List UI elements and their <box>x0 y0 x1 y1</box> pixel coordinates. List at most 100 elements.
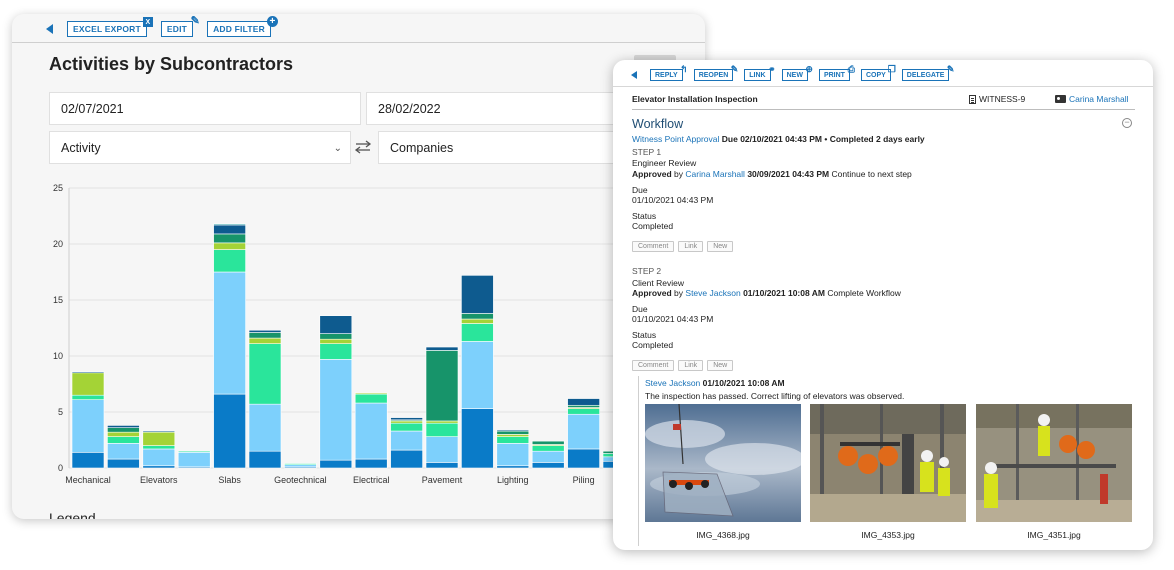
bar-segment[interactable] <box>319 338 353 344</box>
bar-segment[interactable] <box>567 448 600 469</box>
copy-button[interactable]: COPY ❐ <box>860 65 896 81</box>
bar-segment[interactable] <box>142 445 176 450</box>
bar-segment[interactable] <box>461 408 494 469</box>
bar-segment[interactable] <box>71 394 105 400</box>
bar-segment[interactable] <box>425 350 459 422</box>
bar-segment[interactable] <box>461 313 494 320</box>
bar-segment[interactable] <box>496 434 530 437</box>
print-button[interactable]: PRINT ⎙ <box>818 65 855 81</box>
bar-segment[interactable] <box>567 408 600 415</box>
bar-segment[interactable] <box>354 393 388 404</box>
bar-segment[interactable] <box>531 462 565 469</box>
delegate-button[interactable]: DELEGATE ✎ <box>901 65 954 81</box>
bar-segment[interactable] <box>213 271 246 395</box>
bar-segment[interactable] <box>107 431 140 437</box>
bar-segment[interactable] <box>354 402 388 460</box>
bar-segment[interactable] <box>71 399 105 453</box>
bar-segment[interactable] <box>248 337 282 344</box>
bar-segment[interactable] <box>461 323 494 342</box>
bar-segment[interactable] <box>390 430 423 451</box>
bar-segment[interactable] <box>213 223 246 226</box>
bar-segment[interactable] <box>390 420 423 424</box>
bar-segment[interactable] <box>248 403 282 452</box>
bar-segment[interactable] <box>354 392 388 395</box>
link-button[interactable]: Link <box>678 360 704 371</box>
bar-segment[interactable] <box>461 275 494 314</box>
bar-segment[interactable] <box>531 445 565 452</box>
bar-segment[interactable] <box>142 430 176 433</box>
bar-segment[interactable] <box>107 425 140 428</box>
bar-segment[interactable] <box>319 343 353 360</box>
witness-point-approval-link[interactable]: Witness Point Approval <box>632 134 719 144</box>
attachment-thumbnail[interactable] <box>810 404 966 522</box>
bar-segment[interactable] <box>319 333 353 340</box>
bar-segment[interactable] <box>71 372 105 396</box>
new-button[interactable]: NEW ⊕ <box>781 65 813 81</box>
bar-segment[interactable] <box>248 450 282 469</box>
attachment-filename[interactable]: IMG_4353.jpg <box>810 530 966 540</box>
bar-segment[interactable] <box>107 458 140 469</box>
bar-segment[interactable] <box>319 459 353 469</box>
comment-author-link[interactable]: Steve Jackson <box>645 378 700 388</box>
bar-segment[interactable] <box>531 440 565 445</box>
bar-segment[interactable] <box>390 449 423 469</box>
bar-segment[interactable] <box>248 343 282 405</box>
attachment-thumbnail[interactable] <box>976 404 1132 522</box>
bar-segment[interactable] <box>213 233 246 244</box>
bar-segment[interactable] <box>425 422 459 437</box>
bar-segment[interactable] <box>177 450 211 453</box>
bar-segment[interactable] <box>177 452 211 468</box>
collapse-icon[interactable]: − <box>1122 118 1132 128</box>
bar-segment[interactable] <box>425 346 459 351</box>
comment-button[interactable]: Comment <box>632 241 675 252</box>
bar-segment[interactable] <box>142 448 176 467</box>
bar-segment[interactable] <box>354 458 388 469</box>
bar-segment[interactable] <box>248 332 282 339</box>
attachment-filename[interactable]: IMG_4368.jpg <box>645 530 801 540</box>
bar-segment[interactable] <box>213 249 246 273</box>
bar-segment[interactable] <box>567 398 600 406</box>
bar-segment[interactable] <box>248 329 282 333</box>
link-button[interactable]: LINK ⚭ <box>744 65 776 81</box>
bar-segment[interactable] <box>425 436 459 463</box>
bar-segment[interactable] <box>461 318 494 324</box>
approver-link[interactable]: Carina Marshall <box>685 169 745 179</box>
bar-segment[interactable] <box>390 417 423 421</box>
bar-segment[interactable] <box>425 420 459 424</box>
bar-segment[interactable] <box>496 465 530 469</box>
reopen-button[interactable]: REOPEN ✎ <box>693 65 738 81</box>
bar-segment[interactable] <box>107 436 140 444</box>
bar-segment[interactable] <box>107 427 140 433</box>
attachment-thumbnail[interactable] <box>645 404 801 522</box>
bar-segment[interactable] <box>213 393 246 469</box>
bar-segment[interactable] <box>531 450 565 463</box>
new-button[interactable]: New <box>707 241 734 252</box>
back-icon[interactable] <box>631 71 637 79</box>
bar-segment[interactable] <box>213 242 246 250</box>
assigned-user[interactable]: Carina Marshall <box>1055 94 1129 104</box>
bar-segment[interactable] <box>213 224 246 235</box>
bar-segment[interactable] <box>284 463 317 465</box>
bar-segment[interactable] <box>496 436 530 444</box>
bar-segment[interactable] <box>142 431 176 446</box>
bar-segment[interactable] <box>496 443 530 467</box>
bar-segment[interactable] <box>496 430 530 435</box>
bar-segment[interactable] <box>461 341 494 409</box>
bar-segment[interactable] <box>319 315 353 334</box>
bar-segment[interactable] <box>567 413 600 450</box>
bar-segment[interactable] <box>390 422 423 432</box>
bar-segment[interactable] <box>319 359 353 461</box>
bar-segment[interactable] <box>425 462 459 469</box>
bar-segment[interactable] <box>142 465 176 469</box>
bar-segment[interactable] <box>496 429 530 432</box>
comment-button[interactable]: Comment <box>632 360 675 371</box>
bar-segment[interactable] <box>107 443 140 460</box>
bar-segment[interactable] <box>284 464 317 468</box>
reply-button[interactable]: REPLY ↰ <box>650 65 688 81</box>
bar-segment[interactable] <box>567 404 600 408</box>
new-button[interactable]: New <box>707 360 734 371</box>
bar-segment[interactable] <box>71 371 105 374</box>
attachment-filename[interactable]: IMG_4351.jpg <box>976 530 1132 540</box>
bar-segment[interactable] <box>71 452 105 469</box>
link-button[interactable]: Link <box>678 241 704 252</box>
